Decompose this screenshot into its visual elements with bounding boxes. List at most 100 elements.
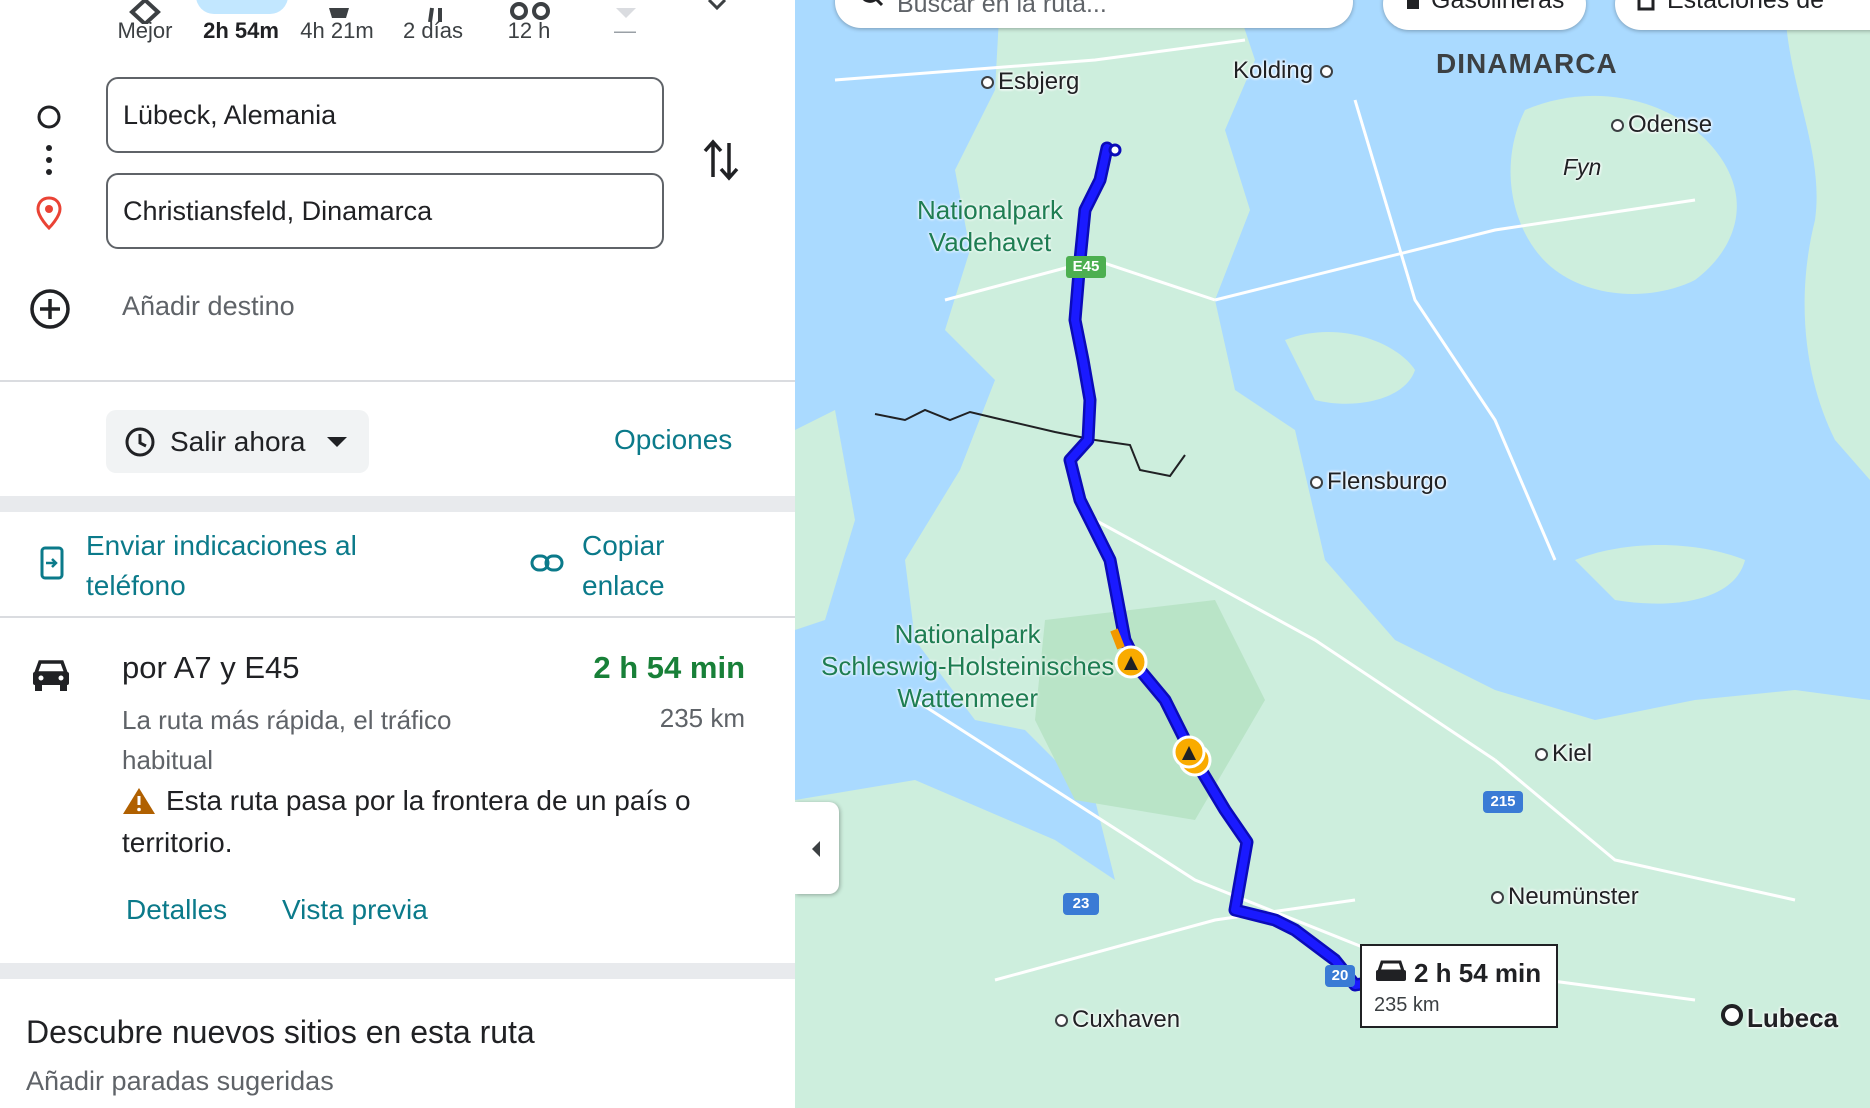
callout-distance: 235 km	[1374, 994, 1440, 1016]
send-to-phone-icon	[40, 546, 64, 580]
bicycle-icon	[510, 2, 550, 20]
park-vadehavet: Nationalpark Vadehavet	[917, 194, 1063, 258]
flight-icon	[616, 8, 636, 18]
origin-circle-icon	[37, 105, 61, 129]
travel-mode-flight[interactable]: —	[570, 8, 680, 44]
route-warning-line2: territorio.	[122, 827, 233, 858]
travel-mode-car[interactable]: 2h 54m	[186, 0, 296, 44]
discover-title: Descubre nuevos sitios en esta ruta	[26, 1014, 535, 1050]
park-name-line: Wattenmeer	[897, 683, 1038, 713]
road-shield-label: 215	[1490, 793, 1516, 810]
route-warning-line1: Esta ruta pasa por la frontera de un paí…	[166, 785, 691, 816]
city-name: Neumünster	[1508, 883, 1639, 910]
send-to-phone-label: Enviar indicaciones al teléfono	[86, 526, 357, 606]
route-description-line1: La ruta más rápida, el tráfico	[122, 705, 452, 735]
travel-mode-transit[interactable]: 4h 21m	[282, 8, 392, 44]
route-distance: 235 km	[659, 703, 745, 733]
gas-station-icon	[1407, 0, 1419, 10]
city-name: Odense	[1628, 111, 1713, 138]
park-name-line: Schleswig-Holsteinisches	[821, 651, 1115, 681]
copy-link-label: Copiar enlace	[582, 526, 665, 606]
close-icon[interactable]	[705, 0, 741, 12]
route-via: por A7 y E45	[122, 650, 300, 685]
link-icon	[530, 554, 564, 572]
land-als	[1285, 331, 1415, 404]
destination-marker	[1108, 143, 1122, 157]
destination-pin-icon	[36, 196, 62, 230]
chip-gas-stations[interactable]: Gasolineras	[1383, 0, 1587, 30]
section-divider	[0, 963, 795, 979]
route-search-box[interactable]: Buscar en la ruta...	[835, 0, 1353, 28]
road-shield-label: 20	[1331, 967, 1349, 984]
send-to-phone-line2: teléfono	[86, 570, 186, 601]
road-shield-label: E45	[1072, 258, 1100, 275]
add-circle-icon	[30, 289, 70, 329]
train-icon	[329, 8, 349, 18]
car-icon	[1376, 960, 1406, 981]
details-link[interactable]: Detalles	[126, 894, 227, 926]
walk-icon	[428, 7, 442, 23]
preview-link[interactable]: Vista previa	[282, 894, 428, 926]
map-canvas[interactable]: E45 215 23 20 Buscar en la ruta... Gasol…	[795, 0, 1870, 1108]
city-neumunster: Neumünster	[1491, 883, 1639, 911]
chip-charging-stations[interactable]: Estaciones de	[1615, 0, 1870, 30]
destination-input[interactable]: Christiansfeld, Dinamarca	[106, 173, 664, 249]
copy-link-line2: enlace	[582, 570, 665, 601]
route-callout[interactable]: 2 h 54 min 235 km	[1360, 944, 1558, 1028]
city-name: Kiel	[1552, 740, 1593, 767]
city-kiel: Kiel	[1535, 740, 1592, 768]
city-name: Cuxhaven	[1072, 1006, 1181, 1033]
route-border-warning: Esta ruta pasa por la frontera de un paí…	[122, 780, 762, 864]
origin-marker	[1721, 1004, 1743, 1026]
park-name-line: Vadehavet	[928, 227, 1052, 257]
directions-panel: Mejor 2h 54m 4h 21m 2 días 12 h — Lübeck…	[0, 0, 795, 1108]
travel-mode-best[interactable]: Mejor	[90, 0, 200, 44]
origin-input[interactable]: Lübeck, Alemania	[106, 77, 664, 153]
car-icon	[33, 660, 69, 691]
land-island	[795, 410, 855, 630]
city-name: Flensburgo	[1327, 468, 1448, 495]
city-flensburg: Flensburgo	[1310, 468, 1447, 496]
copy-link-line1: Copiar	[582, 530, 665, 561]
city-kolding: Kolding	[1233, 57, 1337, 85]
clock-icon	[125, 427, 155, 457]
diamond-route-icon	[129, 0, 161, 24]
swap-icon[interactable]	[702, 137, 740, 183]
country-label: DINAMARCA	[1436, 48, 1618, 79]
road-shield-label: 23	[1072, 895, 1090, 912]
section-divider	[0, 616, 795, 618]
roadwork-icon	[1114, 645, 1148, 679]
travel-mode-bicycle[interactable]: 12 h	[474, 2, 584, 44]
add-destination-label: Añadir destino	[122, 291, 295, 321]
callout-duration: 2 h 54 min	[1414, 958, 1542, 988]
search-icon	[862, 0, 883, 7]
park-name-line: Nationalpark	[917, 195, 1063, 225]
send-to-phone-line1: Enviar indicaciones al	[86, 530, 357, 561]
city-esbjerg: Esbjerg	[981, 68, 1079, 96]
collapse-panel-button[interactable]	[795, 802, 839, 894]
route-dots-icon	[46, 145, 52, 175]
route-duration: 2 h 54 min	[593, 650, 745, 685]
depart-time-dropdown[interactable]: Salir ahora	[106, 410, 369, 473]
section-divider	[0, 496, 795, 512]
discover-subtitle: Añadir paradas sugeridas	[26, 1066, 334, 1096]
land-zealand	[1785, 0, 1870, 480]
park-wattenmeer: Nationalpark Schleswig-Holsteinisches Wa…	[821, 618, 1114, 714]
chip-gas-stations-label: Gasolineras	[1431, 0, 1565, 14]
chip-charging-stations-label: Estaciones de	[1667, 0, 1825, 14]
city-name: Kolding	[1233, 57, 1314, 84]
caret-down-icon	[327, 437, 347, 447]
options-link[interactable]: Opciones	[614, 424, 732, 456]
city-lubeca: Lubeca	[1747, 1003, 1839, 1033]
depart-label: Salir ahora	[170, 426, 306, 457]
park-name-line: Nationalpark	[894, 619, 1041, 649]
route-search-placeholder: Buscar en la ruta...	[897, 0, 1107, 18]
island-fyn: Fyn	[1563, 154, 1602, 180]
map-graphic	[795, 0, 1870, 1108]
city-cuxhaven: Cuxhaven	[1055, 1006, 1180, 1034]
city-name: Esbjerg	[998, 68, 1080, 95]
city-odense: Odense	[1611, 111, 1712, 139]
travel-mode-walk[interactable]: 2 días	[378, 7, 488, 44]
chevron-left-icon	[812, 841, 820, 857]
route-description-line2: habitual	[122, 745, 214, 775]
